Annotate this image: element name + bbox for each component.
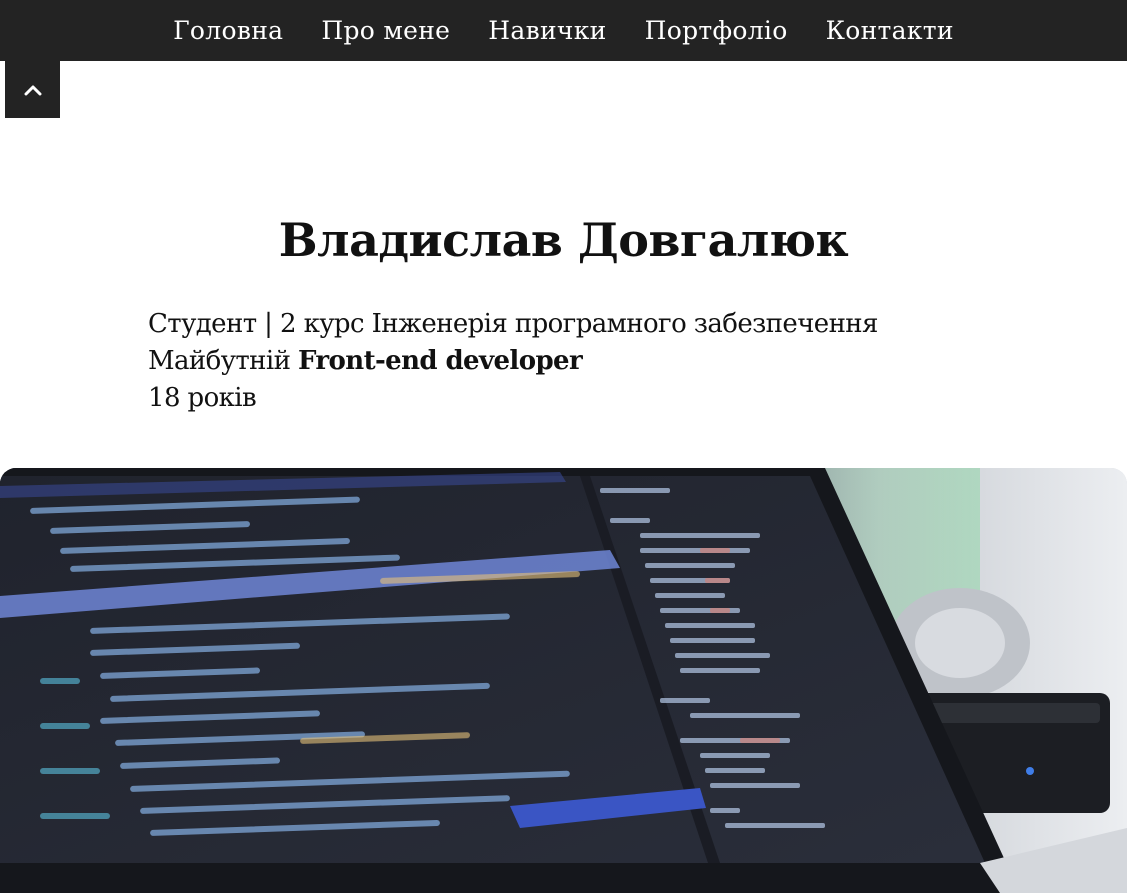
laptop-code-illustration: [0, 468, 1127, 893]
page-title: Владислав Довгалюк: [278, 213, 849, 267]
bio-career-line: Майбутній Front-end developer: [148, 343, 878, 380]
nav-item-home[interactable]: Головна: [154, 0, 302, 61]
bio-career-role: Front-end developer: [298, 346, 583, 376]
nav-item-contacts[interactable]: Контакти: [807, 0, 973, 61]
profile-bio: Студент | 2 курс Інженерія програмного з…: [148, 306, 878, 417]
bio-study-line: Студент | 2 курс Інженерія програмного з…: [148, 309, 878, 339]
top-navigation: Головна Про мене Навички Портфоліо Конта…: [0, 0, 1127, 61]
chevron-up-icon: [24, 85, 41, 95]
nav-item-skills[interactable]: Навички: [469, 0, 625, 61]
scroll-to-top-button[interactable]: [5, 61, 60, 118]
nav-item-portfolio[interactable]: Портфоліо: [626, 0, 807, 61]
bio-age-line: 18 років: [148, 383, 257, 413]
hero-image: [0, 468, 1127, 893]
nav-item-about[interactable]: Про мене: [302, 0, 469, 61]
nav-menu: Головна Про мене Навички Портфоліо Конта…: [154, 0, 973, 61]
bio-career-prefix: Майбутній: [148, 346, 299, 376]
